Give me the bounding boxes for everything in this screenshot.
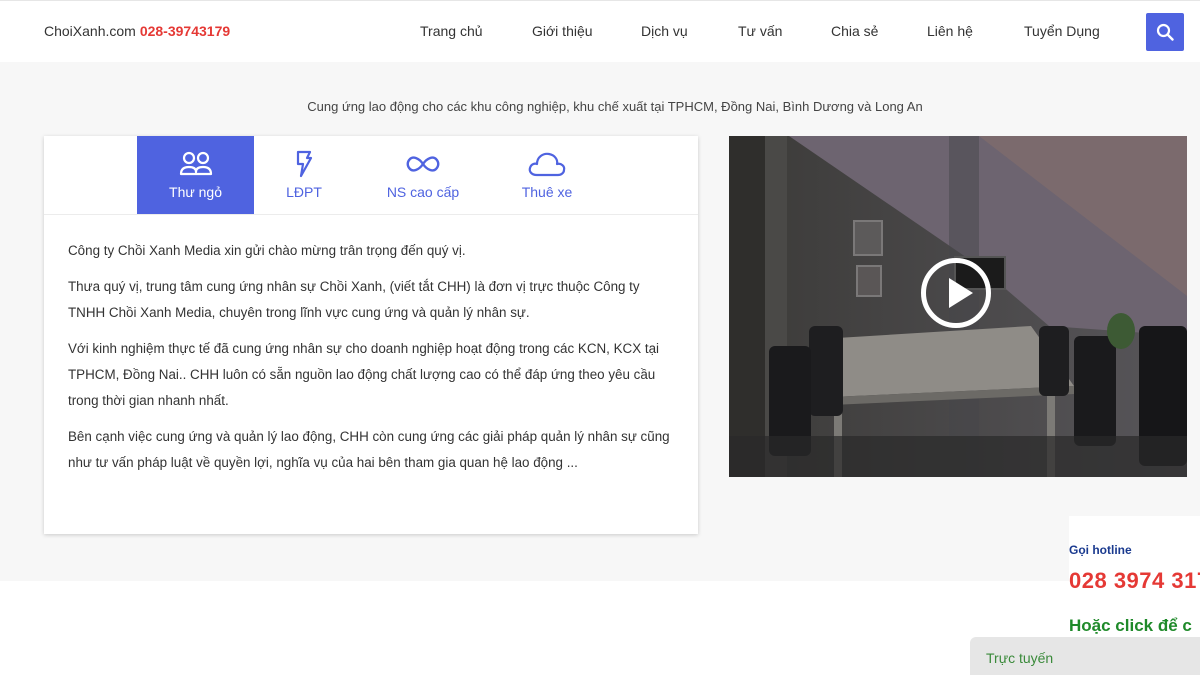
tab-ns-cao-cap[interactable]: NS cao cấp: [364, 136, 482, 214]
nav-item-contact[interactable]: Liên hệ: [927, 23, 973, 39]
tab-thue-xe[interactable]: Thuê xe: [492, 136, 602, 214]
intro-paragraph: Với kinh nghiệm thực tế đã cung ứng nhân…: [68, 341, 660, 408]
tagline: Cung ứng lao động cho các khu công nghiệ…: [307, 99, 923, 114]
site-header: ChoiXanh.com 028-39743179 Trang chủ Giới …: [0, 0, 1200, 62]
main-nav: Trang chủ Giới thiệu Dịch vụ Tư vấn Chia…: [0, 23, 1200, 43]
nav-item-services[interactable]: Dịch vụ: [641, 23, 688, 39]
tab-bar: Thư ngỏ LĐPT NS cao cấp Thuê xe: [44, 136, 698, 215]
video-player[interactable]: [729, 136, 1187, 477]
hotline-widget[interactable]: Gọi hotline 028 3974 3179 Hoặc click để …: [1069, 516, 1200, 636]
intro-paragraph: Thưa quý vị, trung tâm cung ứng nhân sự …: [68, 279, 640, 320]
intro-paragraph: Công ty Chồi Xanh Media xin gửi chào mừn…: [68, 243, 466, 258]
nav-item-home[interactable]: Trang chủ: [420, 23, 483, 39]
tab-thu-ngo[interactable]: Thư ngỏ: [137, 136, 254, 214]
lightning-icon: [296, 150, 313, 178]
tab-label: Thư ngỏ: [169, 184, 222, 200]
nav-item-consulting[interactable]: Tư vấn: [738, 23, 782, 39]
intro-paragraph: Bên cạnh việc cung ứng và quản lý lao độ…: [68, 429, 670, 470]
play-icon[interactable]: [921, 258, 991, 328]
cloud-icon: [528, 152, 566, 177]
tab-ldpt[interactable]: LĐPT: [254, 136, 354, 214]
tab-label: NS cao cấp: [386, 184, 460, 200]
search-icon: [1156, 23, 1174, 41]
search-button[interactable]: [1146, 13, 1184, 51]
online-chat-tab[interactable]: Trực tuyến: [970, 637, 1200, 675]
users-icon: [179, 151, 212, 176]
hotline-cta[interactable]: Hoặc click để c: [1069, 616, 1192, 636]
intro-card: Thư ngỏ LĐPT NS cao cấp Thuê xe Công ty …: [44, 136, 698, 534]
hotline-number[interactable]: 028 3974 3179: [1069, 568, 1200, 594]
nav-item-share[interactable]: Chia sẻ: [831, 23, 878, 39]
nav-item-careers[interactable]: Tuyển Dụng: [1024, 23, 1100, 39]
intro-content: Công ty Chồi Xanh Media xin gửi chào mừn…: [68, 238, 674, 486]
tab-label: LĐPT: [286, 184, 322, 200]
tab-label: Thuê xe: [521, 184, 573, 200]
nav-item-about[interactable]: Giới thiệu: [532, 23, 593, 39]
infinity-icon: [406, 156, 440, 172]
hotline-label: Gọi hotline: [1069, 543, 1132, 557]
